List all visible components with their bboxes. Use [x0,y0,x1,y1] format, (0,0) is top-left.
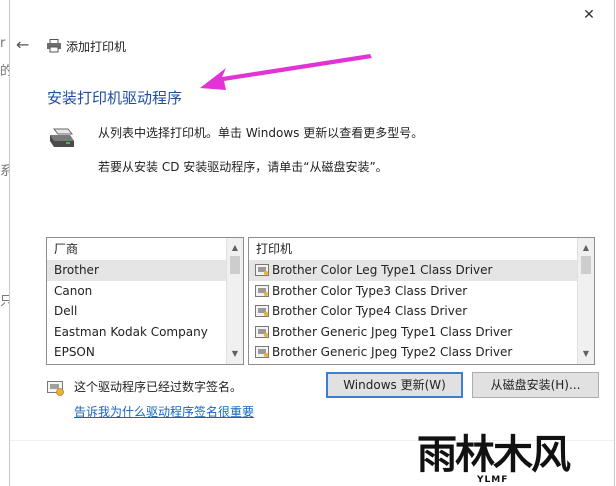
scrollbar-thumb[interactable] [581,256,591,274]
printer-large-icon [50,128,74,147]
printer-list-scrollbar[interactable]: ▲ ▼ [577,238,594,364]
scroll-down-icon[interactable]: ▼ [578,346,594,362]
signature-status-text: 这个驱动程序已经过数字签名。 [74,380,243,394]
manufacturer-item[interactable]: Brother [47,260,243,281]
add-printer-window: ✕ ← 添加打印机 安装打印机驱动程序 从列表中选择打印机。单击 Windows… [9,0,615,486]
description-line-2: 若要从安装 CD 安装驱动程序，请单击“从磁盘安装”。 [98,160,388,174]
window-title: 添加打印机 [66,40,127,54]
driver-icon [255,325,269,338]
ylmf-watermark-logo: 雨林木风 YLMF [417,431,573,484]
watermark-brand-text: 雨林木风 [417,431,571,478]
back-button[interactable]: ← [16,36,34,54]
watermark-sub-text: YLMF [476,475,508,484]
driver-icon [255,346,269,359]
back-arrow-icon: ← [16,35,30,54]
printer-item[interactable]: Brother Color Type3 Class Driver [249,281,594,302]
printer-item-label: Brother Generic Jpeg Type1 Class Driver [272,324,513,339]
driver-icon [255,305,269,318]
printer-item-label: Brother Color Leg Type1 Class Driver [272,263,493,277]
annotation-arrow [200,54,372,90]
certified-driver-icon [47,381,64,396]
printer-list[interactable]: 打印机 Brother Color Leg Type1 Class Driver… [248,237,595,365]
printer-list-header: 打印机 [256,242,293,256]
driver-icon [255,264,269,277]
manufacturer-item[interactable]: Eastman Kodak Company [47,322,243,343]
printer-item[interactable]: Brother Color Leg Type1 Class Driver [249,260,594,281]
close-icon: ✕ [583,7,595,23]
signing-info-link[interactable]: 告诉我为什么驱动程序签名很重要 [74,403,254,420]
scroll-up-icon[interactable]: ▲ [578,240,594,256]
manufacturer-item[interactable]: EPSON [47,342,243,363]
printer-item[interactable]: Brother Color Type4 Class Driver [249,301,594,322]
description-line-1: 从列表中选择打印机。单击 Windows 更新以查看更多型号。 [98,126,424,140]
have-disk-button[interactable]: 从磁盘安装(H)... [472,372,599,398]
scrollbar-thumb[interactable] [230,256,240,274]
windows-update-button[interactable]: Windows 更新(W) [326,372,463,398]
manufacturer-list-scrollbar[interactable]: ▲ ▼ [226,238,243,364]
manufacturer-list-header: 厂商 [54,242,79,256]
printer-item[interactable]: Brother Generic Jpeg Type2 Class Driver [249,342,594,363]
manufacturer-item[interactable]: Canon [47,281,243,302]
manufacturer-item[interactable]: Dell [47,301,243,322]
manufacturer-list[interactable]: 厂商 Brother Canon Dell Eastman Kodak Comp… [46,237,244,365]
printer-item-label: Brother Color Type3 Class Driver [272,283,468,298]
scroll-up-icon[interactable]: ▲ [227,240,243,256]
printer-item[interactable]: Brother Generic Jpeg Type1 Class Driver [249,322,594,343]
printer-item-label: Brother Generic Jpeg Type2 Class Driver [272,345,513,359]
page-heading: 安装打印机驱动程序 [47,89,183,107]
printer-icon [47,39,61,53]
printer-item-label: Brother Color Type4 Class Driver [272,304,468,318]
close-button[interactable]: ✕ [574,4,604,26]
driver-icon [255,284,269,297]
scroll-down-icon[interactable]: ▼ [227,346,243,362]
